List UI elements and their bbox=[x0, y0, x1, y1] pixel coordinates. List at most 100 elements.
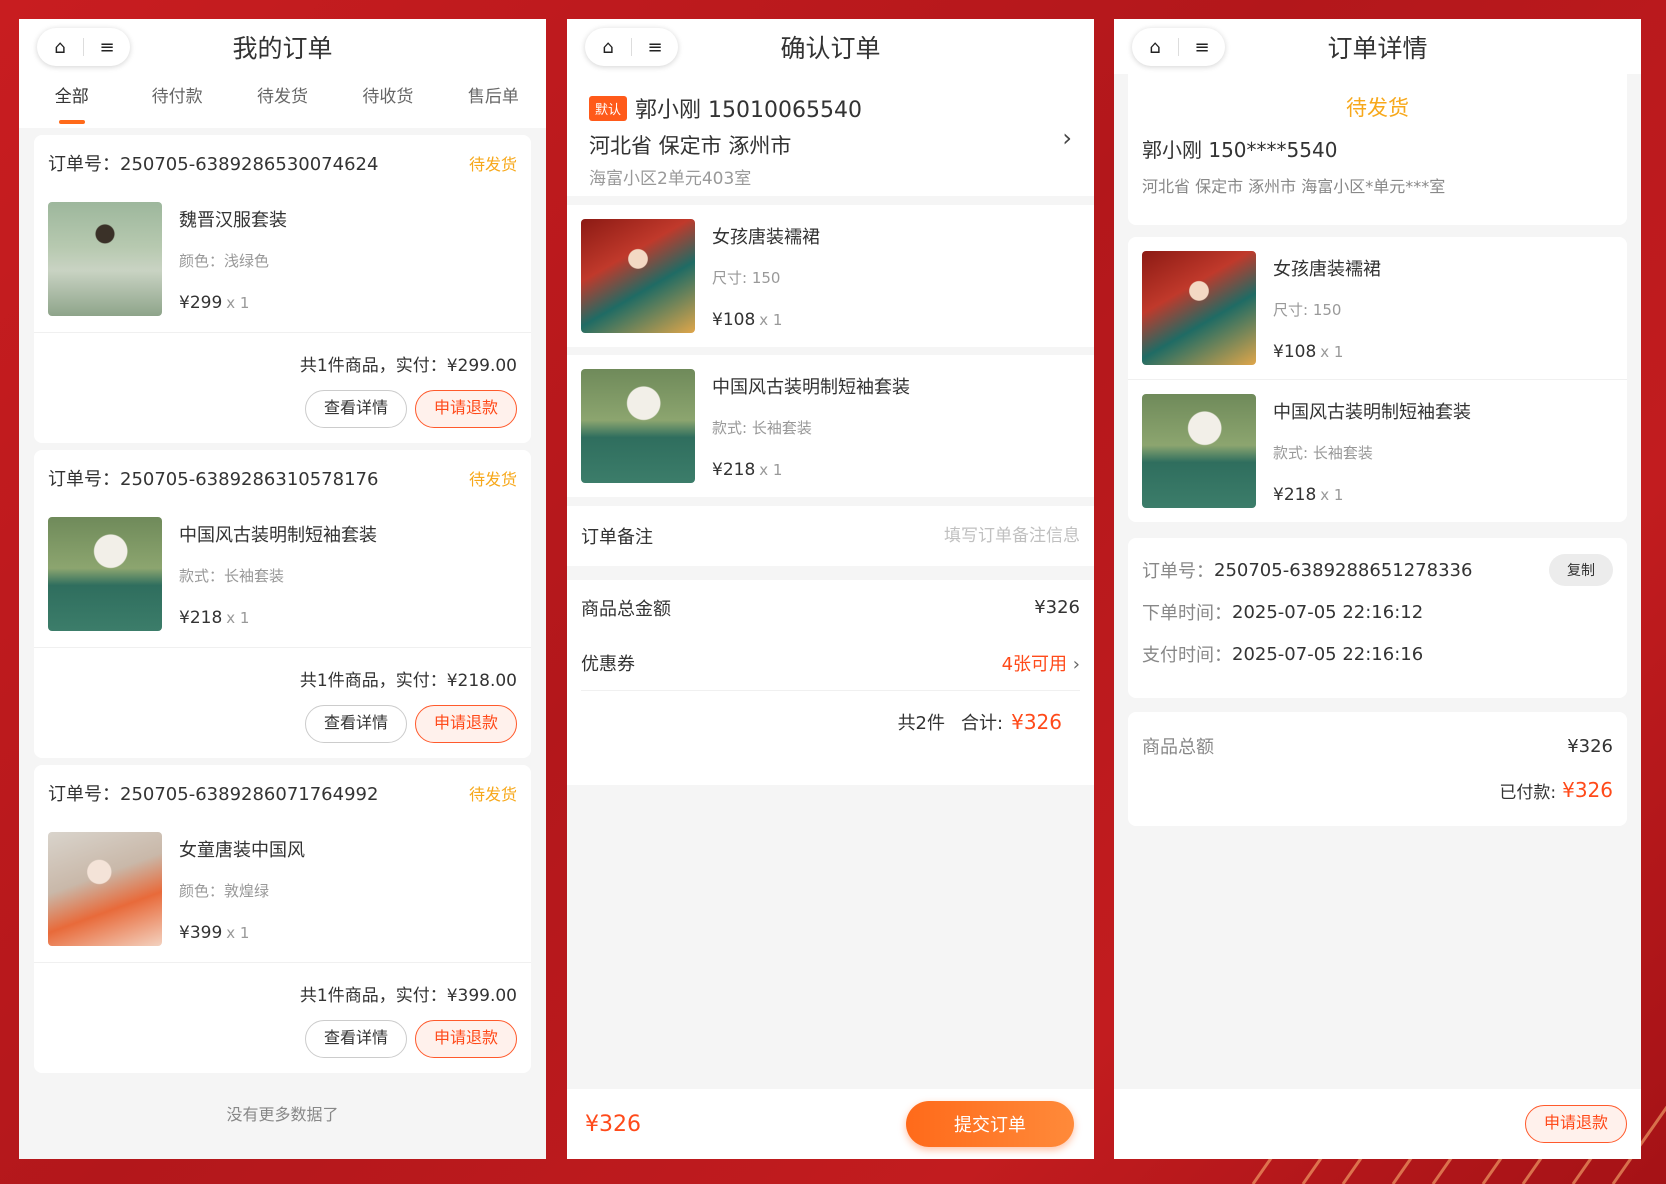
product-name: 魏晋汉服套装 bbox=[179, 210, 287, 231]
product-spec: 颜色：浅绿色 bbox=[179, 252, 270, 270]
goods-total-row: 商品总金额 ¥326 bbox=[581, 580, 1080, 635]
tab-pending-payment[interactable]: 待付款 bbox=[124, 74, 229, 128]
home-icon[interactable]: ⌂ bbox=[37, 37, 83, 58]
order-time: 2025-07-05 22:16:12 bbox=[1232, 601, 1424, 623]
submit-order-button[interactable]: 提交订单 bbox=[906, 1101, 1074, 1147]
address-detail: 海富小区2单元403室 bbox=[589, 169, 752, 189]
goods-info: 女童唐装中国风 颜色：敦煌绿 ¥399 x 1 bbox=[179, 832, 305, 950]
pay-time-row: 支付时间： 2025-07-05 22:16:16 bbox=[1142, 634, 1613, 674]
order-number-label: 订单号： bbox=[1142, 561, 1214, 582]
order-card[interactable]: 订单号：250705-6389286071764992 待发货 女童唐装中国风 … bbox=[34, 765, 531, 1073]
goods-info: 女孩唐装襦裙 尺寸: 150 ¥108 x 1 bbox=[1273, 251, 1381, 365]
goods-item[interactable]: 女孩唐装襦裙 尺寸: 150 ¥108 x 1 bbox=[567, 205, 1094, 347]
request-refund-button[interactable]: 申请退款 bbox=[414, 1020, 517, 1058]
page-title: 订单详情 bbox=[1327, 33, 1428, 63]
order-status: 待发货 bbox=[468, 784, 517, 804]
order-header: 订单号：250705-6389286530074624 待发货 bbox=[34, 135, 531, 190]
order-footer: 共1件商品，实付：¥218.00 查看详情 申请退款 bbox=[34, 647, 531, 743]
goods-total-value: ¥326 bbox=[1567, 735, 1613, 757]
product-image bbox=[1142, 251, 1256, 365]
product-price: ¥218 bbox=[1273, 485, 1317, 505]
order-note-input[interactable] bbox=[820, 526, 1080, 546]
submit-bar: ¥326 提交订单 bbox=[567, 1089, 1094, 1159]
product-quantity: x 1 bbox=[226, 924, 250, 942]
order-number: 订单号：250705-6389286530074624 bbox=[48, 153, 379, 175]
product-price: ¥218 bbox=[179, 608, 223, 628]
menu-icon[interactable]: ≡ bbox=[632, 37, 678, 58]
order-number-row: 订单号： 250705-6389288651278336 复制 bbox=[1142, 550, 1613, 590]
order-summary: 共1件商品，实付：¥218.00 bbox=[299, 671, 517, 691]
goods-item[interactable]: 魏晋汉服套装 颜色：浅绿色 ¥299 x 1 bbox=[34, 190, 531, 332]
order-summary: 共1件商品，实付：¥299.00 bbox=[299, 356, 517, 376]
page-title: 我的订单 bbox=[232, 33, 333, 63]
product-image bbox=[48, 517, 162, 631]
product-quantity: x 1 bbox=[759, 461, 783, 479]
coupon-available: 4张可用 bbox=[1001, 653, 1068, 675]
goods-item[interactable]: 中国风古装明制短袖套装 款式：长袖套装 ¥218 x 1 bbox=[34, 505, 531, 647]
product-price: ¥108 bbox=[1273, 342, 1317, 362]
navbar: ⌂ ≡ 确认订单 bbox=[567, 19, 1094, 74]
product-image bbox=[48, 832, 162, 946]
order-tabs: 全部 待付款 待发货 待收货 售后单 bbox=[19, 74, 546, 128]
product-image bbox=[581, 369, 695, 483]
chevron-right-icon: › bbox=[1062, 124, 1072, 152]
nav-capsule: ⌂ ≡ bbox=[1132, 28, 1225, 66]
goods-item[interactable]: 中国风古装明制短袖套装 款式: 长袖套装 ¥218 x 1 bbox=[567, 355, 1094, 497]
menu-icon[interactable]: ≡ bbox=[84, 37, 130, 58]
goods-total-row: 商品总额 ¥326 bbox=[1142, 724, 1613, 768]
payable-amount: ¥326 bbox=[585, 1111, 641, 1137]
order-header: 订单号：250705-6389286071764992 待发货 bbox=[34, 765, 531, 820]
product-image bbox=[1142, 394, 1256, 508]
coupon-label: 优惠券 bbox=[581, 653, 635, 675]
shipping-address[interactable]: 默认 郭小刚 15010065540 河北省 保定市 涿州市 海富小区2单元40… bbox=[567, 74, 1094, 196]
my-orders-screen: ⌂ ≡ 我的订单 全部 待付款 待发货 待收货 售后单 订单号：250705-6… bbox=[19, 19, 546, 1159]
product-name: 中国风古装明制短袖套装 bbox=[179, 525, 377, 546]
order-card[interactable]: 订单号：250705-6389286530074624 待发货 魏晋汉服套装 颜… bbox=[34, 135, 531, 443]
order-time-row: 下单时间： 2025-07-05 22:16:12 bbox=[1142, 592, 1613, 632]
order-card[interactable]: 订单号：250705-6389286310578176 待发货 中国风古装明制短… bbox=[34, 450, 531, 758]
view-details-button[interactable]: 查看详情 bbox=[304, 705, 407, 743]
payment-card: 商品总额 ¥326 已付款: ¥326 bbox=[1128, 712, 1627, 826]
product-name: 中国风古装明制短袖套装 bbox=[712, 377, 910, 398]
request-refund-button[interactable]: 申请退款 bbox=[414, 705, 517, 743]
view-details-button[interactable]: 查看详情 bbox=[304, 1020, 407, 1058]
goods-total-label: 商品总额 bbox=[1142, 737, 1214, 758]
menu-icon[interactable]: ≡ bbox=[1179, 37, 1225, 58]
goods-item[interactable]: 女孩唐装襦裙 尺寸: 150 ¥108 x 1 bbox=[1128, 237, 1627, 379]
order-footer: 共1件商品，实付：¥299.00 查看详情 申请退款 bbox=[34, 332, 531, 428]
product-price: ¥399 bbox=[179, 923, 223, 943]
goods-total-value: ¥326 bbox=[1034, 597, 1080, 618]
goods-info: 中国风古装明制短袖套装 款式：长袖套装 ¥218 x 1 bbox=[179, 517, 377, 635]
product-spec: 尺寸: 150 bbox=[712, 269, 781, 287]
tab-pending-shipment[interactable]: 待发货 bbox=[230, 74, 335, 128]
recipient-name-phone: 郭小刚 150****5540 bbox=[1142, 138, 1338, 162]
goods-item[interactable]: 女童唐装中国风 颜色：敦煌绿 ¥399 x 1 bbox=[34, 820, 531, 962]
tab-all[interactable]: 全部 bbox=[19, 74, 124, 128]
pay-time-label: 支付时间： bbox=[1142, 645, 1232, 666]
goods-info: 中国风古装明制短袖套装 款式: 长袖套装 ¥218 x 1 bbox=[1273, 394, 1471, 507]
order-footer: 共1件商品，实付：¥399.00 查看详情 申请退款 bbox=[34, 962, 531, 1058]
home-icon[interactable]: ⌂ bbox=[585, 37, 631, 58]
goods-total-label: 商品总金额 bbox=[581, 598, 671, 620]
order-detail-screen: ⌂ ≡ 订单详情 待发货 郭小刚 150****5540 河北省 保定市 涿州市… bbox=[1114, 19, 1641, 1159]
product-quantity: x 1 bbox=[1320, 486, 1344, 504]
product-quantity: x 1 bbox=[226, 294, 250, 312]
order-total-row: 共2件 合计: ¥326 bbox=[581, 690, 1080, 752]
home-icon[interactable]: ⌂ bbox=[1132, 37, 1178, 58]
tab-after-sales[interactable]: 售后单 bbox=[441, 74, 546, 128]
goods-info: 中国风古装明制短袖套装 款式: 长袖套装 ¥218 x 1 bbox=[712, 369, 910, 483]
request-refund-button[interactable]: 申请退款 bbox=[1524, 1105, 1627, 1143]
order-number: 订单号：250705-6389286310578176 bbox=[48, 468, 379, 490]
goods-info: 女孩唐装襦裙 尺寸: 150 ¥108 x 1 bbox=[712, 219, 820, 333]
price-summary: 商品总金额 ¥326 优惠券 4张可用 › 共2件 合计: ¥326 bbox=[567, 580, 1094, 785]
copy-button[interactable]: 复制 bbox=[1549, 554, 1613, 586]
recipient-name-phone: 郭小刚 15010065540 bbox=[635, 98, 862, 123]
request-refund-button[interactable]: 申请退款 bbox=[414, 390, 517, 428]
tab-pending-receipt[interactable]: 待收货 bbox=[335, 74, 440, 128]
product-spec: 颜色：敦煌绿 bbox=[179, 882, 270, 900]
sum-label: 合计: bbox=[961, 712, 1004, 734]
coupon-row[interactable]: 优惠券 4张可用 › bbox=[581, 635, 1080, 690]
product-quantity: x 1 bbox=[759, 311, 783, 329]
goods-item[interactable]: 中国风古装明制短袖套装 款式: 长袖套装 ¥218 x 1 bbox=[1128, 379, 1627, 521]
view-details-button[interactable]: 查看详情 bbox=[304, 390, 407, 428]
